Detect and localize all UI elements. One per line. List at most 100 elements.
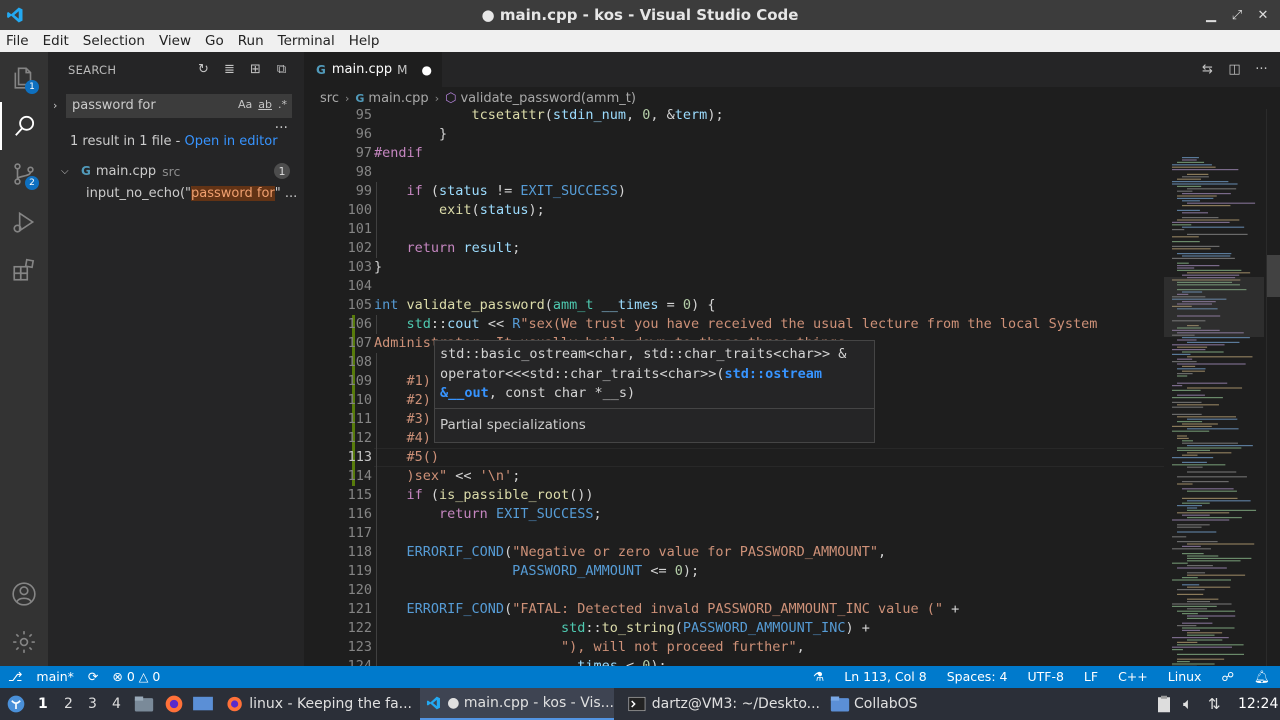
code-line[interactable]: 104	[304, 277, 1164, 296]
breadcrumb-folder[interactable]: src	[320, 91, 339, 106]
code-line[interactable]: 115 if (is_passible_root())	[304, 486, 1164, 505]
remote-indicator-icon[interactable]: ⎇	[8, 669, 22, 684]
minimap-line	[1172, 413, 1202, 415]
code-line[interactable]: 116 return EXIT_SUCCESS;	[304, 505, 1164, 524]
cursor-position[interactable]: Ln 113, Col 8	[844, 669, 926, 685]
taskbar-vscode-window[interactable]: ● main.cpp - kos - Vis...	[420, 688, 614, 720]
split-editor-icon[interactable]: ◫	[1226, 61, 1243, 78]
start-menu-icon[interactable]	[6, 688, 26, 720]
new-search-editor-icon[interactable]: ⊞	[247, 61, 264, 78]
feedback-icon[interactable]: ☍	[1221, 669, 1234, 685]
code-line[interactable]: 97 #endif	[304, 144, 1164, 163]
indentation[interactable]: Spaces: 4	[947, 669, 1008, 685]
match-case-toggle[interactable]: Aa	[238, 98, 252, 111]
firefox-launcher-icon[interactable]	[164, 688, 184, 720]
workspace-4[interactable]: 4	[112, 696, 121, 712]
code-line[interactable]: 123 "), will not proceed further",	[304, 638, 1164, 657]
code-line[interactable]: 117	[304, 524, 1164, 543]
method-symbol-icon: ⬡	[445, 90, 457, 106]
code-text: PASSWORD_AMMOUNT <= 0);	[512, 563, 700, 579]
code-line[interactable]: 99 if (status != EXIT_SUCCESS)	[304, 182, 1164, 201]
code-line[interactable]: 100 exit(status);	[304, 201, 1164, 220]
accounts-icon[interactable]	[0, 570, 48, 618]
code-line[interactable]: 103}	[304, 258, 1164, 277]
minimap-viewport[interactable]	[1164, 277, 1264, 337]
file-manager-launcher-icon[interactable]	[134, 688, 154, 720]
menu-help[interactable]: Help	[349, 33, 380, 49]
code-line[interactable]: 96 }	[304, 125, 1164, 144]
code-line[interactable]: 102 return result;	[304, 239, 1164, 258]
refresh-icon[interactable]: ↻	[195, 61, 212, 78]
taskbar-files-window[interactable]: CollabOS	[826, 688, 936, 720]
code-line[interactable]: 114 )sex" << '\n';	[304, 467, 1164, 486]
branch-name[interactable]: main*	[36, 669, 73, 684]
match-whole-word-toggle[interactable]: ab	[258, 98, 272, 111]
source-control-icon[interactable]: 2	[0, 150, 48, 198]
workspace-2[interactable]: 2	[64, 696, 73, 712]
encoding[interactable]: UTF-8	[1027, 669, 1063, 685]
search-icon[interactable]	[0, 102, 48, 150]
breadcrumb-file[interactable]: main.cpp	[368, 91, 428, 106]
volume-icon[interactable]: 🔈︎	[1183, 688, 1193, 720]
breadcrumb-symbol[interactable]: validate_password(amm_t)	[460, 91, 635, 106]
menu-run[interactable]: Run	[238, 33, 264, 49]
chevron-down-icon[interactable]: ⌵	[61, 166, 73, 177]
clock[interactable]: 12:24	[1238, 688, 1278, 720]
code-line[interactable]: 124 __times < 0);	[304, 657, 1164, 666]
more-actions-icon[interactable]: ···	[1253, 61, 1270, 78]
use-regex-toggle[interactable]: .*	[278, 98, 287, 111]
platform[interactable]: Linux	[1168, 669, 1202, 685]
language-mode[interactable]: C++	[1118, 669, 1148, 685]
code-line[interactable]: 122 std::to_string(PASSWORD_AMMOUNT_INC)…	[304, 619, 1164, 638]
minimize-icon[interactable]: ▁	[1200, 8, 1222, 23]
code-line[interactable]: 98	[304, 163, 1164, 182]
problems-indicator[interactable]: ⊗ 0 △ 0	[112, 669, 160, 684]
code-line[interactable]: 105 int validate_password(amm_t __times =…	[304, 296, 1164, 315]
menu-go[interactable]: Go	[205, 33, 224, 49]
code-line[interactable]: 106 std::cout << R"sex(We trust you have…	[304, 315, 1164, 334]
network-icon[interactable]: ⇅	[1208, 688, 1221, 720]
result-match-row[interactable]: input_no_echo(" password for " ...	[86, 182, 304, 204]
code-line[interactable]: 95 tcsetattr(stdin_num, 0, &term);	[304, 109, 1164, 125]
collapse-all-icon[interactable]: ⧉	[273, 61, 290, 78]
explorer-icon[interactable]: 1	[0, 54, 48, 102]
vertical-scrollbar[interactable]	[1266, 109, 1280, 666]
result-file-row[interactable]: ⌵ G main.cpp src 1	[48, 160, 304, 182]
tab-main-cpp[interactable]: G main.cpp M ●	[304, 52, 442, 87]
clipboard-tray-icon[interactable]	[1156, 688, 1172, 720]
minimap-line	[1187, 387, 1243, 389]
taskbar-firefox-window[interactable]: linux - Keeping the fa...	[222, 688, 412, 720]
open-in-editor-link[interactable]: Open in editor	[184, 134, 277, 149]
code-line[interactable]: 119 PASSWORD_AMMOUNT <= 0);	[304, 562, 1164, 581]
menu-terminal[interactable]: Terminal	[278, 33, 335, 49]
menu-selection[interactable]: Selection	[83, 33, 145, 49]
end-of-line[interactable]: LF	[1084, 669, 1098, 685]
run-debug-icon[interactable]	[0, 198, 48, 246]
extensions-icon[interactable]	[0, 246, 48, 294]
workspace-1[interactable]: 1	[38, 696, 48, 712]
tab-dirty-indicator[interactable]: ●	[421, 63, 431, 77]
scrollbar-thumb[interactable]	[1267, 255, 1280, 297]
code-line[interactable]: 120	[304, 581, 1164, 600]
menu-edit[interactable]: Edit	[43, 33, 69, 49]
notifications-bell-icon[interactable]: 🔔︎	[1254, 669, 1270, 685]
toggle-replace-chevron-icon[interactable]: ›	[53, 99, 57, 112]
maximize-icon[interactable]: ⤢	[1226, 8, 1248, 23]
clear-results-icon[interactable]: ≣	[221, 61, 238, 78]
taskbar-terminal-window[interactable]: dartz@VM3: ~/Deskto...	[622, 688, 820, 720]
settings-gear-icon[interactable]	[0, 618, 48, 666]
search-input[interactable]: password for Aa ab .*	[66, 94, 292, 118]
code-line[interactable]: 118 ERRORIF_COND("Negative or zero value…	[304, 543, 1164, 562]
code-line[interactable]: 121 ERRORIF_COND("FATAL: Detected invald…	[304, 600, 1164, 619]
flask-icon[interactable]: ⚗	[813, 669, 824, 685]
close-icon[interactable]: ✕	[1252, 8, 1274, 23]
sync-icon[interactable]: ⟳	[88, 669, 98, 684]
menu-file[interactable]: File	[6, 33, 29, 49]
workspace-3[interactable]: 3	[88, 696, 97, 712]
show-desktop-icon[interactable]	[192, 688, 214, 720]
menu-view[interactable]: View	[159, 33, 191, 49]
code-line[interactable]: 113 #5()	[304, 448, 1164, 467]
minimap[interactable]	[1164, 109, 1264, 666]
code-line[interactable]: 101	[304, 220, 1164, 239]
open-changes-icon[interactable]: ⇆	[1199, 61, 1216, 78]
